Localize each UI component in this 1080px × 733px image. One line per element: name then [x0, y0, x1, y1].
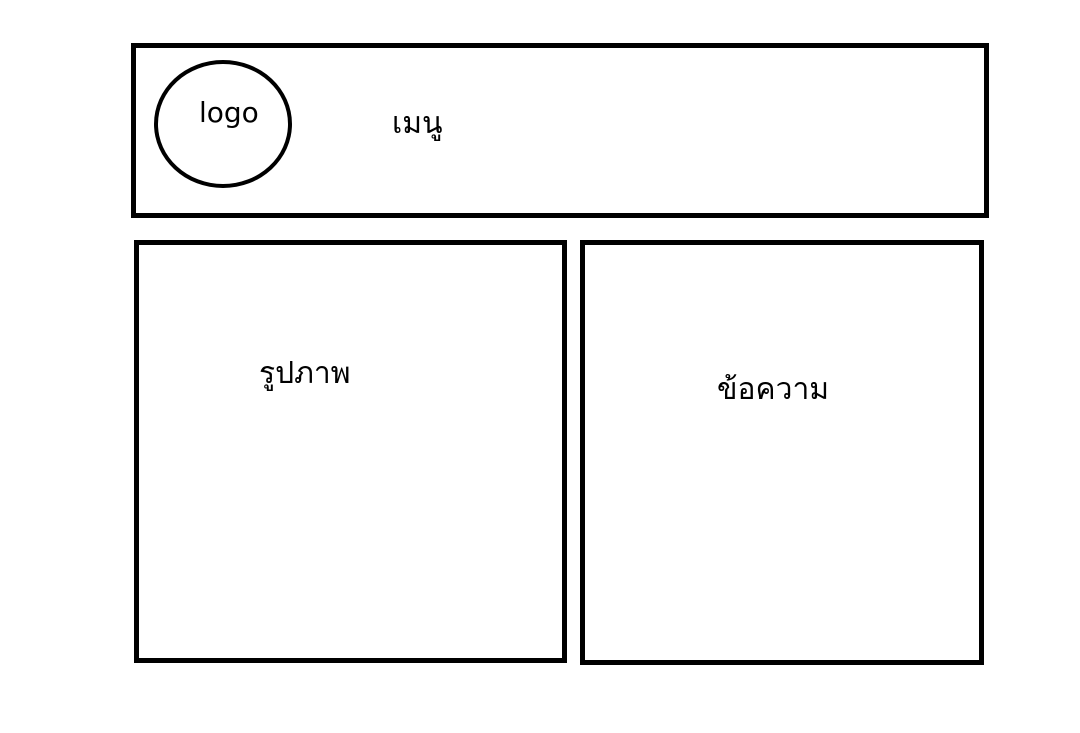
image-box — [134, 240, 567, 663]
menu-label: เมนู — [392, 106, 443, 141]
text-box — [580, 240, 984, 665]
image-label: รูปภาพ — [259, 356, 351, 391]
logo-label: logo — [199, 96, 259, 129]
text-label: ข้อความ — [717, 372, 830, 407]
